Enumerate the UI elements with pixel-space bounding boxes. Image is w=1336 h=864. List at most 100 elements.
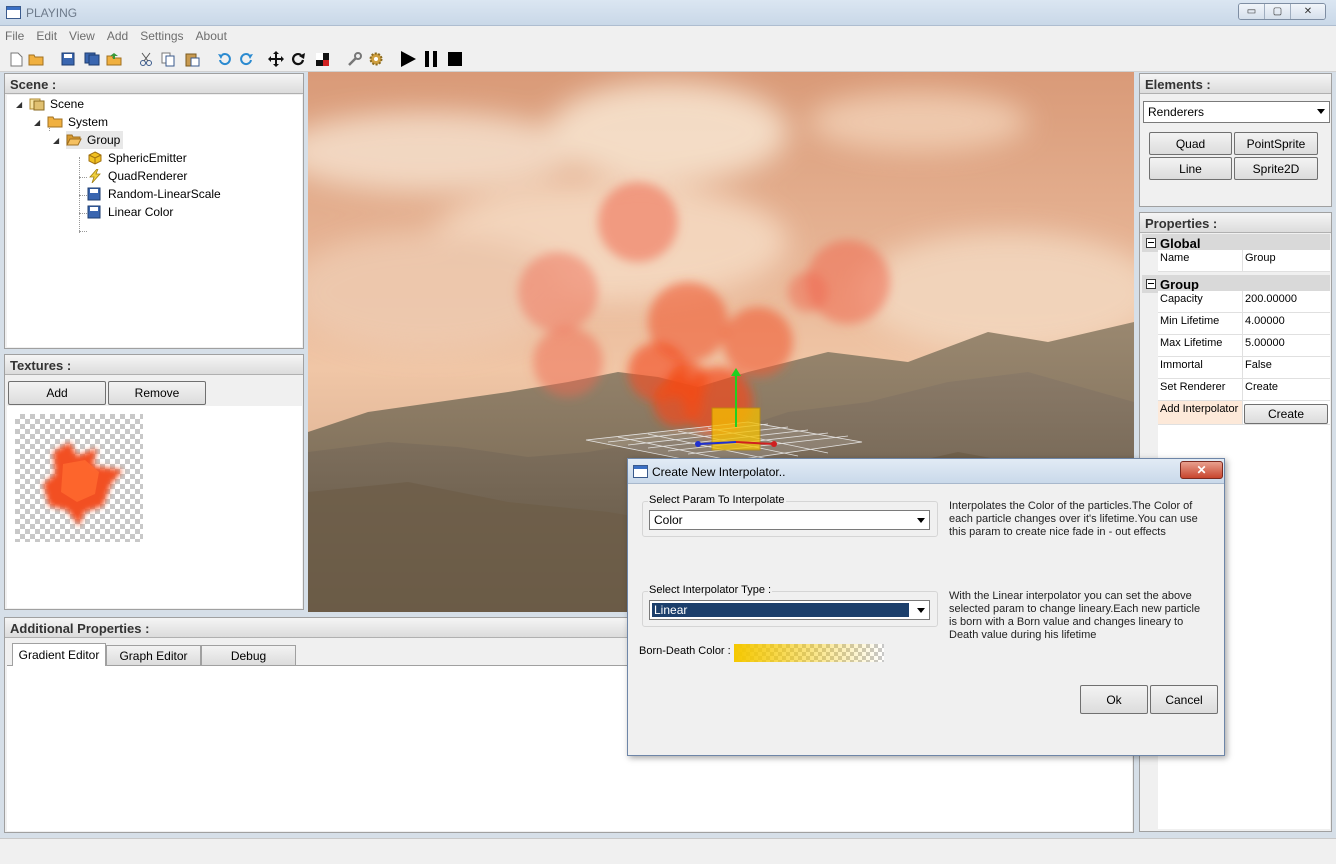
section-title: Group: [1160, 276, 1199, 292]
scale-icon[interactable]: [314, 51, 330, 67]
tree-node-random-linearscale[interactable]: Random-LinearScale: [87, 185, 221, 203]
prop-row-set-renderer[interactable]: Set Renderer Create: [1158, 379, 1330, 401]
pointsprite-button[interactable]: PointSprite: [1234, 132, 1318, 155]
create-interpolator-dialog: Create New Interpolator.. ✕ Select Param…: [627, 458, 1225, 756]
textures-panel-header: Textures :: [5, 355, 303, 375]
born-death-gradient[interactable]: [734, 644, 884, 662]
tree-node-sphericemitter[interactable]: SphericEmitter: [87, 149, 187, 167]
rotate-icon[interactable]: [290, 51, 306, 67]
settings-icon[interactable]: [368, 51, 384, 67]
copy-icon[interactable]: [160, 51, 176, 67]
prop-row-add-interpolator[interactable]: Add Interpolator Create: [1158, 401, 1330, 425]
maximize-icon[interactable]: ▢: [1265, 4, 1291, 19]
add-texture-button[interactable]: Add: [8, 381, 106, 405]
tree-node-group[interactable]: Group: [66, 131, 124, 149]
cancel-button[interactable]: Cancel: [1150, 685, 1218, 714]
window-title-bar: PLAYING ▭ ▢ ✕: [0, 0, 1336, 26]
expand-system-icon[interactable]: ◢: [34, 118, 40, 127]
prop-key: Add Interpolator: [1158, 401, 1243, 424]
disk-icon: [87, 187, 103, 201]
paste-icon[interactable]: [184, 51, 200, 67]
dialog-title: Create New Interpolator..: [652, 465, 786, 479]
prop-row-immortal[interactable]: Immortal False: [1158, 357, 1330, 379]
cut-icon[interactable]: [138, 51, 154, 67]
close-icon[interactable]: ✕: [1180, 461, 1223, 479]
undo-icon[interactable]: [216, 51, 232, 67]
open-folder-icon[interactable]: [28, 51, 44, 67]
expand-scene-icon[interactable]: ◢: [16, 100, 22, 109]
menu-file[interactable]: File: [5, 29, 24, 43]
tab-graph-editor[interactable]: Graph Editor: [106, 645, 201, 665]
chevron-down-icon: [917, 608, 925, 613]
scene-tree: ◢ Scene ◢ System ◢ Group SphericEmitter …: [7, 95, 302, 347]
dialog-window-icon: [633, 465, 648, 478]
prop-row-max-lifetime[interactable]: Max Lifetime 5.00000: [1158, 335, 1330, 357]
window-controls: ▭ ▢ ✕: [1238, 3, 1326, 20]
param-dropdown[interactable]: Color: [649, 510, 930, 530]
new-file-icon[interactable]: [8, 51, 24, 67]
prop-key: Capacity: [1158, 291, 1243, 312]
export-icon[interactable]: [106, 51, 122, 67]
tab-debug[interactable]: Debug: [201, 645, 296, 665]
prop-value[interactable]: 200.00000: [1243, 291, 1330, 312]
prop-value[interactable]: Create: [1243, 379, 1330, 400]
prop-value[interactable]: False: [1243, 357, 1330, 378]
tree-node-linear-color[interactable]: Linear Color: [87, 203, 173, 221]
collapse-icon[interactable]: [1146, 238, 1156, 248]
prop-key: Max Lifetime: [1158, 335, 1243, 356]
tree-node-system[interactable]: System: [47, 113, 108, 131]
prop-row-min-lifetime[interactable]: Min Lifetime 4.00000: [1158, 313, 1330, 335]
section-title: Global: [1160, 235, 1201, 251]
menu-add[interactable]: Add: [107, 29, 128, 43]
dialog-title-bar: Create New Interpolator.. ✕: [628, 459, 1224, 484]
expand-group-icon[interactable]: ◢: [53, 136, 59, 145]
remove-texture-button[interactable]: Remove: [108, 381, 206, 405]
minimize-icon[interactable]: ▭: [1239, 4, 1265, 19]
tree-node-label: Group: [87, 133, 121, 147]
elements-dropdown-value: Renderers: [1148, 105, 1205, 119]
prop-key: Set Renderer: [1158, 379, 1243, 400]
prop-row-name[interactable]: Name Group: [1158, 250, 1330, 272]
create-interpolator-button[interactable]: Create: [1244, 404, 1328, 424]
stop-icon[interactable]: [447, 51, 463, 67]
toolbar: [0, 46, 1336, 72]
pause-icon[interactable]: [423, 51, 439, 67]
menu-edit[interactable]: Edit: [36, 29, 57, 43]
tree-node-label: Scene: [50, 97, 85, 111]
close-icon[interactable]: ✕: [1291, 4, 1325, 19]
tools-icon[interactable]: [346, 51, 362, 67]
elements-category-dropdown[interactable]: Renderers: [1143, 101, 1330, 123]
redo-icon[interactable]: [238, 51, 254, 67]
collapse-icon[interactable]: [1146, 279, 1156, 289]
app-window-icon: [6, 6, 21, 19]
textures-panel: Textures : Add Remove: [4, 354, 304, 610]
prop-value[interactable]: 5.00000: [1243, 335, 1330, 356]
tab-gradient-editor[interactable]: Gradient Editor: [12, 643, 106, 666]
menu-about[interactable]: About: [196, 29, 227, 43]
move-icon[interactable]: [268, 51, 284, 67]
interpolator-type-dropdown[interactable]: Linear: [649, 600, 930, 620]
chevron-down-icon: [917, 518, 925, 523]
param-description: Interpolates the Color of the particles.…: [949, 500, 1198, 538]
type-description: With the Linear interpolator you can set…: [949, 590, 1201, 641]
prop-value[interactable]: 4.00000: [1243, 313, 1330, 334]
sprite2d-button[interactable]: Sprite2D: [1234, 157, 1318, 180]
tree-node-scene[interactable]: Scene: [29, 95, 84, 113]
line-button[interactable]: Line: [1149, 157, 1232, 180]
prop-value[interactable]: Group: [1243, 250, 1330, 271]
quad-button[interactable]: Quad: [1149, 132, 1232, 155]
menu-settings[interactable]: Settings: [140, 29, 183, 43]
type-dropdown-value: Linear: [654, 603, 688, 617]
window-title: PLAYING: [26, 6, 78, 20]
play-icon[interactable]: [400, 51, 416, 67]
menu-view[interactable]: View: [69, 29, 95, 43]
ok-button[interactable]: Ok: [1080, 685, 1148, 714]
prop-row-capacity[interactable]: Capacity 200.00000: [1158, 291, 1330, 313]
save-all-icon[interactable]: [84, 51, 100, 67]
tree-node-label: System: [68, 115, 109, 129]
elements-panel: Elements : Renderers Quad PointSprite Li…: [1139, 73, 1332, 207]
chevron-down-icon: [1317, 109, 1325, 114]
texture-thumbnail[interactable]: [15, 414, 143, 542]
tree-node-quadrenderer[interactable]: QuadRenderer: [87, 167, 187, 185]
save-icon[interactable]: [60, 51, 76, 67]
